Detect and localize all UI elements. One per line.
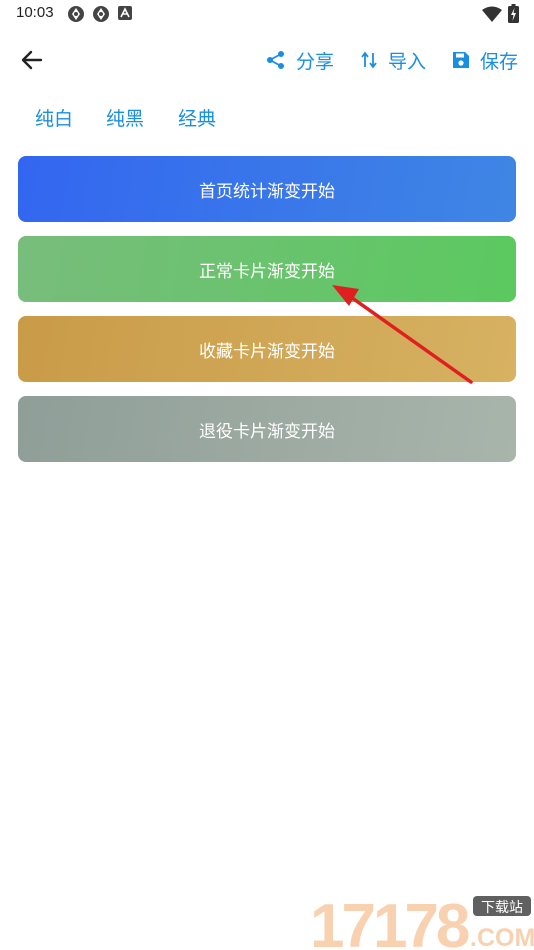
save-button[interactable]: 保存 [452, 46, 518, 74]
toolbar: 分享 导入 保存 [0, 38, 534, 82]
favorite-card-gradient-label: 收藏卡片渐变开始 [199, 341, 335, 362]
battery-charging-icon [508, 4, 519, 23]
share-icon [267, 51, 284, 69]
home-stats-gradient-button[interactable]: 首页统计渐变开始 [18, 156, 516, 222]
watermark-caption: 下载站 [481, 900, 523, 916]
retired-card-gradient-label: 退役卡片渐变开始 [199, 421, 335, 442]
app-notification-icon [68, 6, 84, 22]
site-watermark-logo: 17178 下载站 .COM [310, 892, 534, 950]
tab-classic[interactable]: 经典 [178, 104, 216, 131]
tab-pure-black[interactable]: 纯黑 [106, 104, 144, 131]
app-notification-icon-2 [93, 6, 109, 22]
share-label: 分享 [296, 50, 335, 73]
normal-card-gradient-button[interactable]: 正常卡片渐变开始 [18, 236, 516, 302]
save-icon [453, 52, 469, 68]
annotation-arrow [332, 285, 473, 384]
retired-card-gradient-button[interactable]: 退役卡片渐变开始 [18, 396, 516, 462]
favorite-card-gradient-button[interactable]: 收藏卡片渐变开始 [18, 316, 516, 382]
wifi-icon [482, 6, 502, 22]
import-label: 导入 [388, 50, 427, 73]
arrow-left-icon[interactable] [18, 46, 46, 74]
theme-tabs: 纯白 纯黑 经典 [0, 100, 534, 136]
font-notification-icon [118, 6, 132, 20]
normal-card-gradient-label: 正常卡片渐变开始 [199, 261, 335, 282]
tab-pure-white[interactable]: 纯白 [35, 104, 73, 131]
watermark-number: 17178 [310, 892, 469, 950]
swap-vert-icon [361, 51, 377, 69]
home-stats-gradient-label: 首页统计渐变开始 [199, 181, 335, 202]
watermark-domain: .COM [470, 924, 534, 950]
status-bar: 10:03 [0, 0, 534, 30]
status-time: 10:03 [16, 4, 54, 21]
share-button[interactable]: 分享 [266, 46, 334, 74]
save-label: 保存 [480, 50, 519, 73]
import-button[interactable]: 导入 [360, 46, 426, 74]
